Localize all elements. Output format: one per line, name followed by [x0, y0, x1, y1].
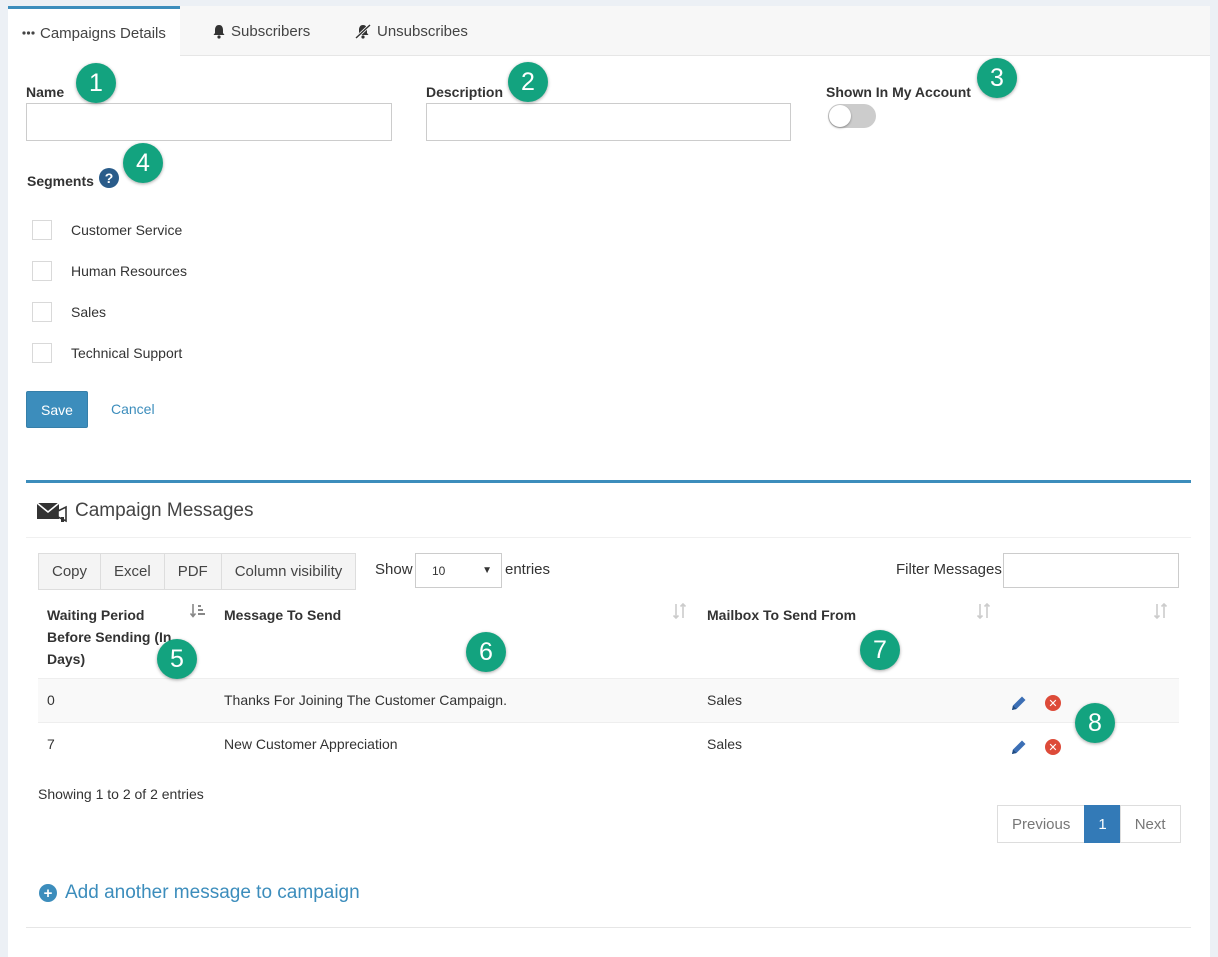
- show-label: Show: [375, 561, 413, 578]
- sort-icon[interactable]: [976, 602, 992, 624]
- description-label: Description: [426, 84, 504, 100]
- tab-unsubscribes[interactable]: Unsubscribes: [340, 6, 482, 56]
- campaign-messages-box: Campaign Messages Copy Excel PDF Column …: [26, 480, 1191, 928]
- cancel-link[interactable]: Cancel: [111, 401, 155, 417]
- callout-badge: 3: [977, 58, 1017, 98]
- add-message-link[interactable]: + Add another message to campaign: [39, 882, 360, 904]
- cell-message: Thanks For Joining The Customer Campaign…: [224, 692, 507, 708]
- table-row: 0 Thanks For Joining The Customer Campai…: [38, 678, 1179, 722]
- box-header: Campaign Messages: [26, 483, 1191, 538]
- filter-label: Filter Messages: [896, 561, 1002, 578]
- page-size-select[interactable]: 10 ▼: [415, 553, 502, 588]
- name-label: Name: [26, 84, 65, 100]
- column-visibility-button[interactable]: Column visibility: [220, 553, 357, 590]
- callout-badge: 4: [123, 143, 163, 183]
- shown-in-account-label: Shown In My Account: [826, 84, 971, 100]
- segment-label: Customer Service: [71, 222, 183, 238]
- cell-mailbox: Sales: [707, 736, 743, 752]
- cell-mailbox: Sales: [707, 692, 743, 708]
- tab-bar: Campaigns Details Subscribers Unsubscrib…: [8, 6, 1210, 57]
- box-title: Campaign Messages: [75, 500, 254, 521]
- next-page-button[interactable]: Next: [1119, 805, 1181, 843]
- sort-icon[interactable]: [1153, 602, 1169, 624]
- bell-icon: [212, 24, 226, 39]
- help-icon[interactable]: ?: [99, 168, 119, 188]
- segment-option: Technical Support: [32, 342, 182, 364]
- pdf-button[interactable]: PDF: [163, 553, 222, 590]
- filter-input[interactable]: [1003, 553, 1179, 588]
- column-header-message[interactable]: Message To Send: [224, 604, 341, 626]
- callout-badge: 2: [508, 62, 548, 102]
- plus-circle-icon: +: [39, 884, 57, 902]
- envelope-megaphone-icon: [36, 502, 69, 526]
- segment-checkbox[interactable]: [32, 220, 52, 240]
- remove-icon[interactable]: ✕: [1045, 739, 1061, 755]
- copy-button[interactable]: Copy: [38, 553, 102, 590]
- entries-label: entries: [505, 561, 551, 578]
- excel-button[interactable]: Excel: [100, 553, 165, 590]
- callout-badge: 1: [76, 63, 116, 103]
- segment-checkbox[interactable]: [32, 261, 52, 281]
- description-input[interactable]: [426, 103, 791, 141]
- table-row: 7 New Customer Appreciation Sales ✕: [38, 722, 1179, 766]
- callout-badge: 5: [157, 639, 197, 679]
- table-info: Showing 1 to 2 of 2 entries: [38, 786, 204, 802]
- segment-option: Customer Service: [32, 219, 182, 241]
- segments-label: Segments: [27, 173, 94, 189]
- page-1-button[interactable]: 1: [1084, 805, 1121, 843]
- pagination: Previous 1 Next: [997, 805, 1181, 843]
- ellipsis-icon: [22, 31, 35, 35]
- add-message-label: Add another message to campaign: [65, 882, 360, 903]
- remove-icon[interactable]: ✕: [1045, 695, 1061, 711]
- save-button[interactable]: Save: [26, 391, 88, 428]
- sort-ascending-icon[interactable]: [189, 603, 206, 624]
- callout-badge: 7: [860, 630, 900, 670]
- cell-message: New Customer Appreciation: [224, 736, 398, 752]
- previous-page-button[interactable]: Previous: [997, 805, 1086, 843]
- tab-label: Unsubscribes: [377, 22, 468, 40]
- page-size-value: 10: [432, 563, 446, 578]
- segment-label: Technical Support: [71, 345, 183, 361]
- tab-campaigns-details[interactable]: Campaigns Details: [8, 6, 180, 57]
- segment-checkbox[interactable]: [32, 343, 52, 363]
- name-input[interactable]: [26, 103, 392, 141]
- sort-icon[interactable]: [672, 602, 688, 624]
- toggle-knob: [829, 105, 851, 127]
- segment-checkbox[interactable]: [32, 302, 52, 322]
- segment-label: Human Resources: [71, 263, 187, 279]
- segment-label: Sales: [71, 304, 107, 320]
- campaign-panel: Campaigns Details Subscribers Unsubscrib…: [8, 6, 1210, 957]
- bell-slash-icon: [354, 23, 372, 39]
- tab-label: Subscribers: [231, 22, 311, 40]
- pencil-icon[interactable]: [1009, 737, 1029, 760]
- export-button-group: Copy Excel PDF Column visibility: [38, 553, 357, 590]
- cell-waiting: 0: [47, 692, 55, 708]
- tab-label: Campaigns Details: [40, 24, 166, 42]
- pencil-icon[interactable]: [1009, 693, 1029, 716]
- segment-option: Human Resources: [32, 260, 187, 282]
- segment-option: Sales: [32, 301, 106, 323]
- caret-down-icon: ▼: [482, 565, 492, 576]
- column-header-mailbox[interactable]: Mailbox To Send From: [707, 604, 856, 626]
- callout-badge: 6: [466, 632, 506, 672]
- cell-waiting: 7: [47, 736, 55, 752]
- callout-badge: 8: [1075, 703, 1115, 743]
- shown-in-account-toggle[interactable]: [828, 104, 876, 128]
- tab-subscribers[interactable]: Subscribers: [198, 6, 324, 56]
